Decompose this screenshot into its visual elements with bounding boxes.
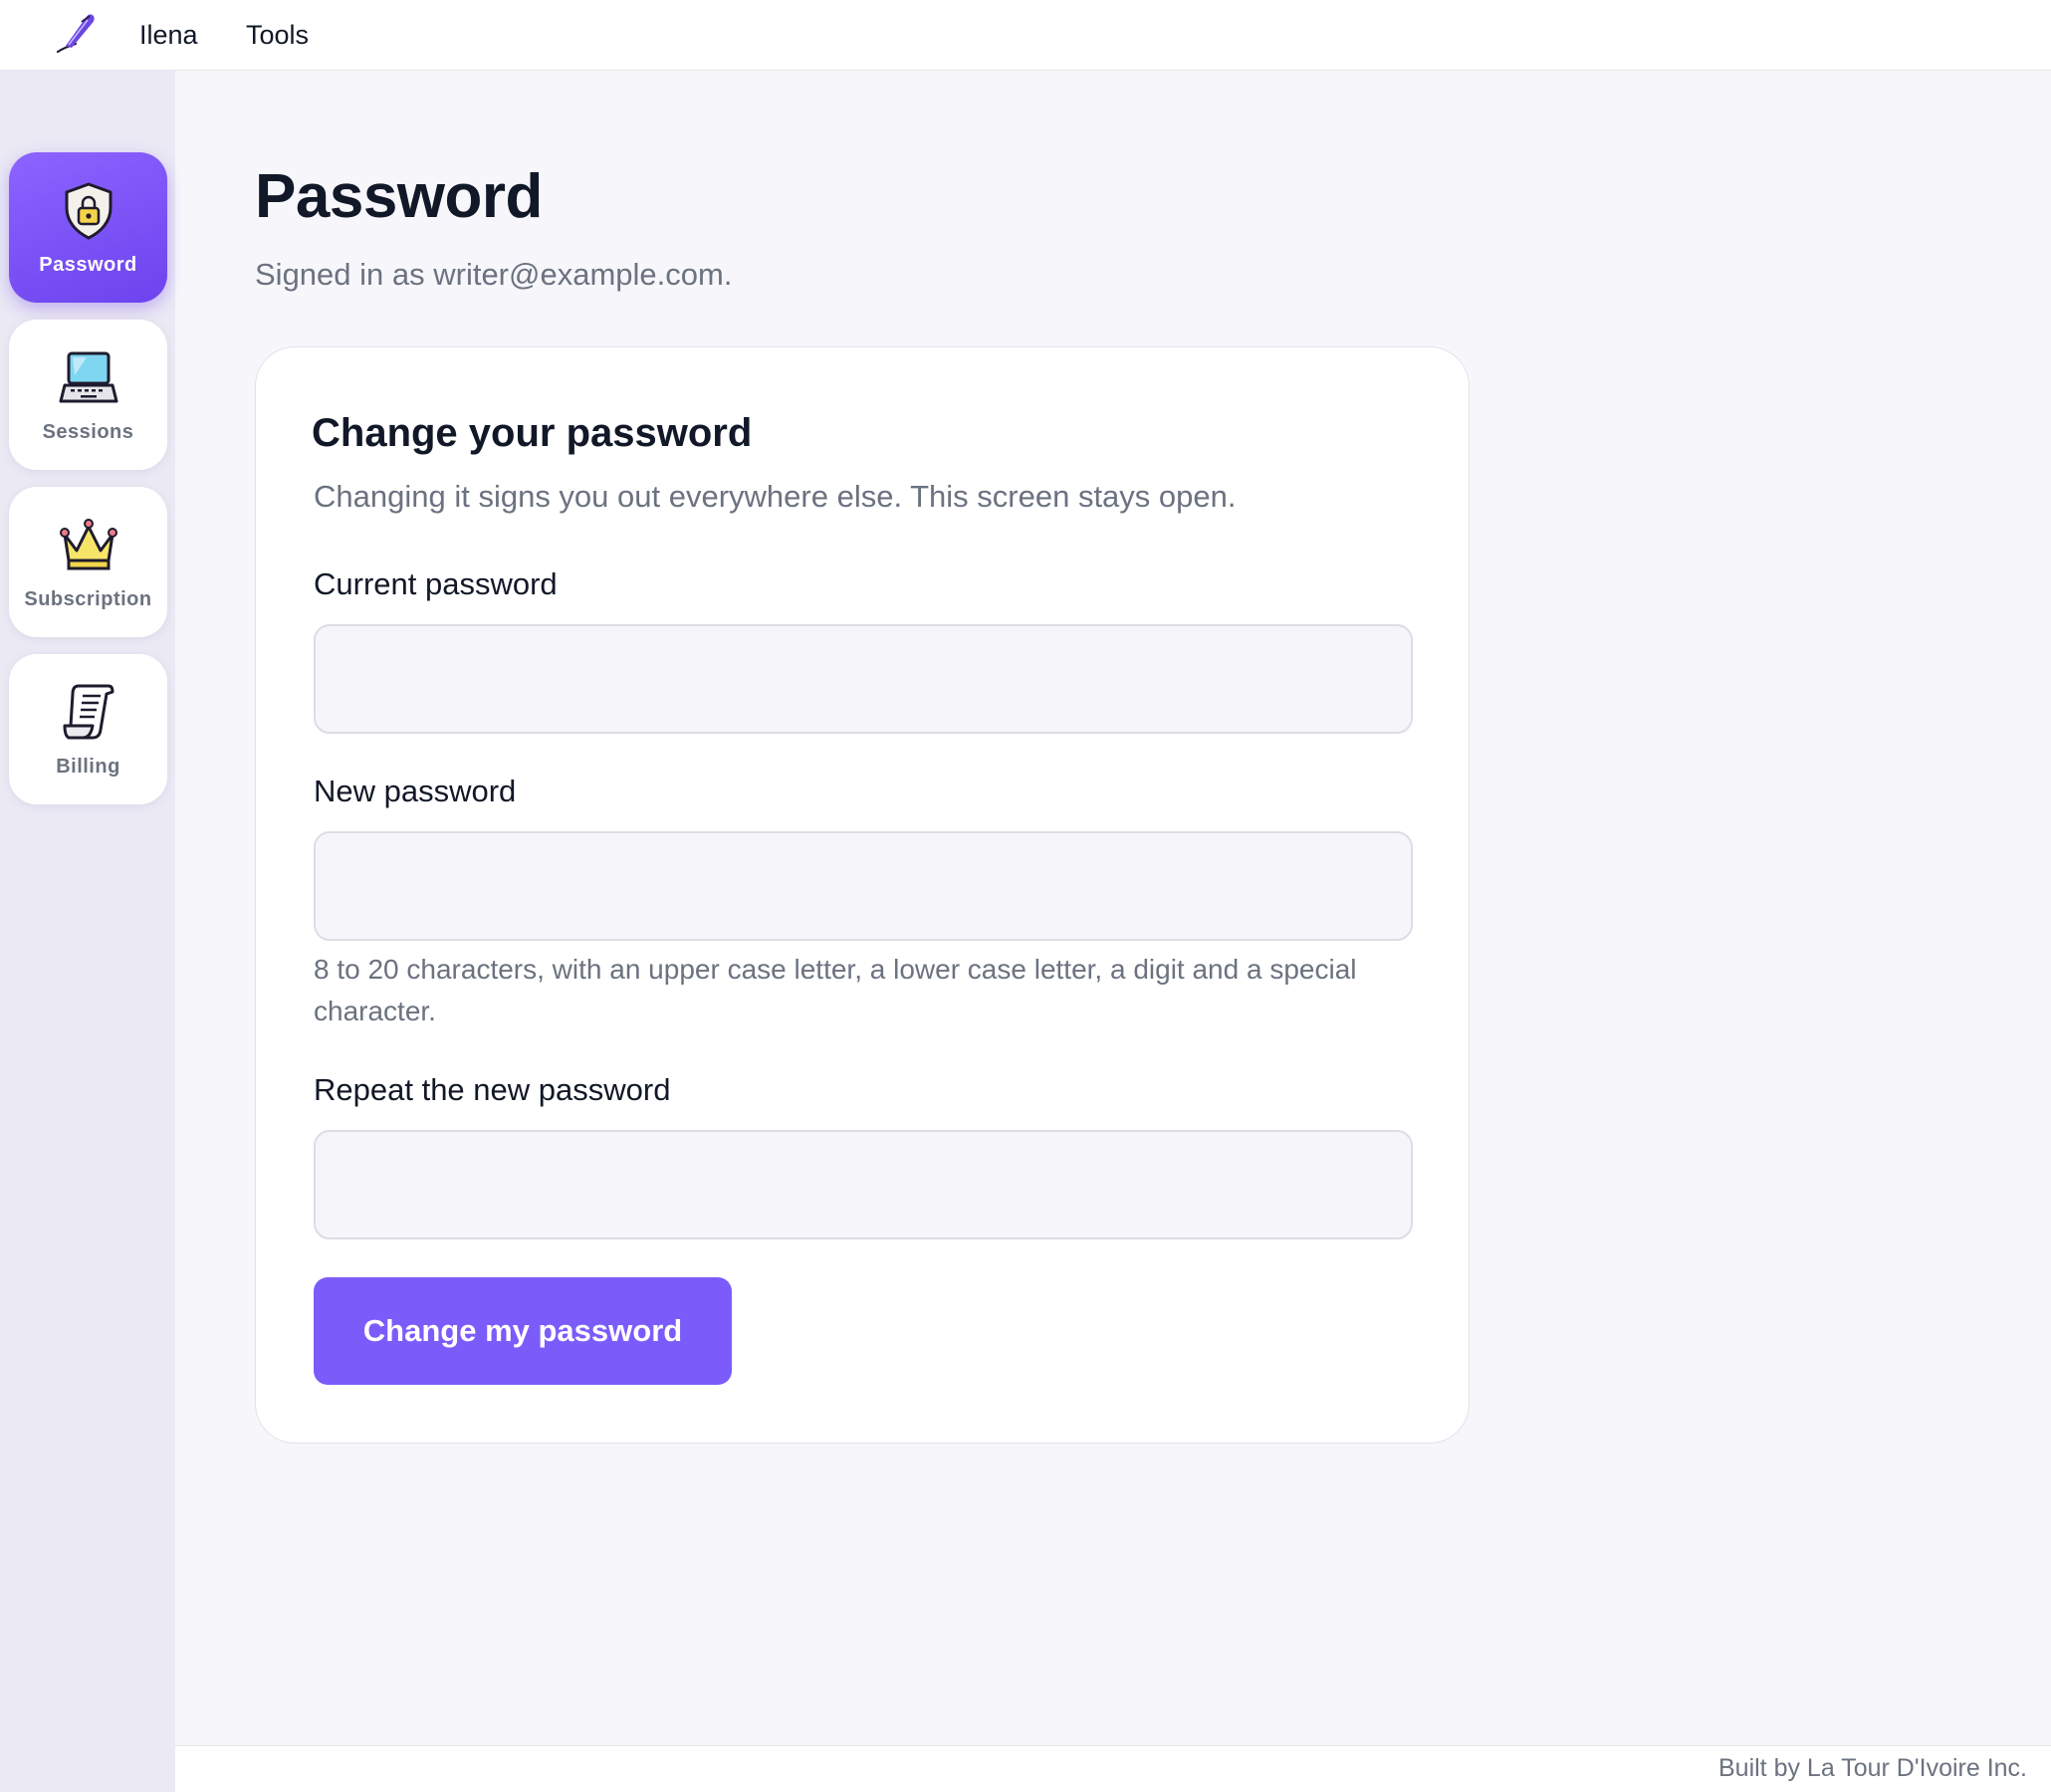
- sidebar-item-label: Password: [39, 254, 137, 276]
- signed-in-text: Signed in as writer@example.com.: [255, 257, 733, 292]
- receipt-scroll-icon: [63, 684, 114, 740]
- new-password-input[interactable]: [314, 831, 1413, 941]
- current-password-input[interactable]: [314, 624, 1413, 734]
- footer: Built by La Tour D'Ivoire Inc.: [175, 1745, 2051, 1792]
- repeat-password-label: Repeat the new password: [314, 1072, 671, 1107]
- repeat-password-input[interactable]: [314, 1130, 1413, 1239]
- sidebar-item-label: Sessions: [42, 421, 134, 443]
- sidebar-item-sessions[interactable]: Sessions: [9, 320, 167, 470]
- nav-link-tools[interactable]: Tools: [246, 20, 309, 51]
- shield-lock-icon: [65, 182, 113, 240]
- current-password-label: Current password: [314, 566, 558, 601]
- sidebar-item-label: Billing: [56, 756, 120, 778]
- change-password-button[interactable]: Change my password: [314, 1277, 732, 1385]
- new-password-label: New password: [314, 774, 517, 808]
- sidebar-item-subscription[interactable]: Subscription: [9, 487, 167, 637]
- footer-credit: Built by La Tour D'Ivoire Inc.: [1717, 1754, 2027, 1782]
- crown-icon: [60, 519, 117, 570]
- card-title: Change your password: [312, 411, 753, 455]
- card-description: Changing it signs you out everywhere els…: [314, 479, 1237, 514]
- laptop-icon: [59, 351, 118, 403]
- sidebar-item-label: Subscription: [24, 588, 152, 610]
- sidebar-item-password[interactable]: Password: [9, 152, 167, 303]
- change-password-card: Change your password Changing it signs y…: [255, 346, 1470, 1444]
- password-rules-hint: 8 to 20 characters, with an upper case l…: [314, 954, 1357, 1026]
- top-navbar: Ilena Tools: [0, 0, 2051, 71]
- quill-pen-icon[interactable]: [52, 8, 100, 56]
- sidebar: Password Sessions Subscription Billing: [0, 71, 175, 1792]
- nav-link-ilena[interactable]: Ilena: [139, 20, 198, 51]
- page-title: Password: [255, 162, 543, 231]
- sidebar-item-billing[interactable]: Billing: [9, 654, 167, 804]
